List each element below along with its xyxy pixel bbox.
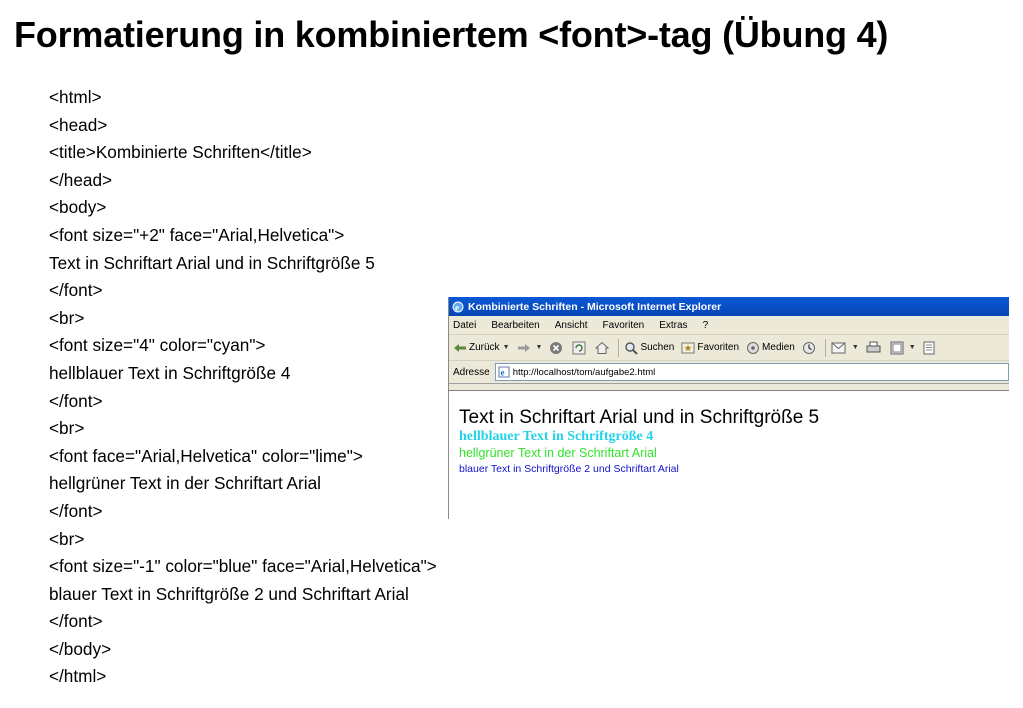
menu-extras[interactable]: Extras: [659, 320, 687, 331]
code-line: </font>: [49, 500, 103, 521]
code-line: <html>: [49, 87, 102, 107]
code-line: <font face="Arial,Helvetica" color="lime…: [49, 445, 363, 466]
code-line: <font size="-1" color="blue" face="Arial…: [49, 556, 437, 577]
slide-title: Formatierung in kombiniertem <font>-tag …: [14, 14, 889, 55]
search-button[interactable]: Suchen: [624, 341, 674, 355]
chevron-down-icon[interactable]: ▼: [852, 344, 859, 351]
favorites-label: Favoriten: [697, 342, 740, 353]
favorites-icon: [681, 342, 695, 353]
forward-button[interactable]: ▼: [517, 343, 543, 353]
content-line-cyan-size4: hellblauer Text in Schriftgröße 4: [459, 429, 654, 444]
toolbar-separator: [824, 338, 826, 357]
search-label: Suchen: [640, 342, 675, 353]
refresh-button[interactable]: [572, 341, 588, 355]
history-icon: [802, 341, 815, 354]
chevron-down-icon[interactable]: ▼: [909, 344, 916, 351]
code-listing: <html> <head> <title>Kombinierte Schrift…: [49, 84, 437, 691]
code-line: <head>: [49, 114, 108, 135]
browser-window: e Kombinierte Schriften - Microsoft Inte…: [448, 297, 1009, 519]
page-content: Text in Schriftart Arial und in Schriftg…: [449, 390, 1009, 519]
menu-datei[interactable]: Datei: [453, 320, 476, 331]
forward-arrow-icon: [517, 343, 530, 352]
code-line: <br>: [49, 418, 85, 439]
home-icon: [595, 341, 610, 354]
svg-text:e: e: [455, 302, 459, 312]
code-line: </body>: [49, 638, 112, 659]
code-line: <br>: [49, 307, 85, 328]
code-line: <font size="4" color="cyan">: [49, 335, 266, 356]
edit-button[interactable]: ▼: [890, 341, 916, 355]
mail-icon: [831, 342, 846, 353]
content-line-lime-arial: hellgrüner Text in der Schriftart Arial: [459, 446, 657, 460]
home-button[interactable]: [595, 341, 611, 355]
browser-window-title: Kombinierte Schriften - Microsoft Intern…: [468, 300, 722, 313]
chevron-down-icon[interactable]: ▼: [536, 344, 543, 351]
code-line: </font>: [49, 611, 103, 632]
content-line-blue-size2: blauer Text in Schriftgröße 2 und Schrif…: [459, 463, 679, 475]
back-button[interactable]: Zurück ▼: [453, 342, 510, 353]
stop-button[interactable]: [549, 341, 565, 355]
code-line: hellgrüner Text in der Schriftart Arial: [49, 473, 321, 494]
code-line: </html>: [49, 666, 107, 687]
code-line: <body>: [49, 197, 107, 218]
menu-favoriten[interactable]: Favoriten: [603, 320, 645, 331]
stop-icon: [550, 341, 563, 354]
content-line-arial-size5: Text in Schriftart Arial und in Schriftg…: [459, 407, 820, 428]
code-line: </head>: [49, 169, 113, 190]
svg-text:e: e: [500, 368, 504, 378]
back-label: Zurück: [469, 342, 500, 353]
toolbar: Zurück ▼ ▼ Suchen Favoriten Medien ▼ ▼: [449, 335, 1009, 361]
toolbar-separator: [618, 338, 620, 357]
ie-app-icon: e: [452, 301, 464, 312]
code-line: <font size="+2" face="Arial,Helvetica">: [49, 224, 345, 245]
menu-ansicht[interactable]: Ansicht: [555, 320, 588, 331]
mail-button[interactable]: ▼: [831, 342, 859, 354]
search-icon: [625, 341, 639, 355]
refresh-icon: [572, 341, 586, 354]
page-icon: [923, 341, 935, 354]
history-button[interactable]: [802, 341, 818, 355]
browser-titlebar[interactable]: e Kombinierte Schriften - Microsoft Inte…: [449, 297, 1009, 316]
code-line: </font>: [49, 390, 103, 411]
code-line: blauer Text in Schriftgröße 2 und Schrif…: [49, 583, 409, 604]
address-url: http://localhost/tom/aufgabe2.html: [512, 366, 656, 378]
address-label: Adresse: [453, 366, 490, 378]
back-arrow-icon: [454, 343, 466, 352]
menu-bar: Datei Bearbeiten Ansicht Favoriten Extra…: [449, 316, 1009, 335]
menu-bearbeiten[interactable]: Bearbeiten: [491, 320, 539, 331]
print-icon: [866, 341, 881, 353]
chevron-down-icon[interactable]: ▼: [503, 344, 510, 351]
edit-icon: [890, 341, 904, 354]
code-line: hellblauer Text in Schriftgröße 4: [49, 362, 291, 383]
code-line: <title>Kombinierte Schriften</title>: [49, 142, 312, 163]
media-icon: [747, 341, 760, 354]
address-bar: Adresse e http://localhost/tom/aufgabe2.…: [449, 361, 1009, 384]
favorites-button[interactable]: Favoriten: [681, 342, 739, 354]
ie-page-icon: e: [498, 366, 510, 378]
code-line: <br>: [49, 528, 85, 549]
menu-help[interactable]: ?: [703, 320, 709, 331]
address-input[interactable]: e http://localhost/tom/aufgabe2.html: [494, 363, 1009, 381]
media-label: Medien: [762, 342, 795, 353]
media-button[interactable]: Medien: [746, 341, 795, 355]
code-line: </font>: [49, 280, 103, 301]
code-line: Text in Schriftart Arial und in Schriftg…: [49, 252, 375, 273]
print-button[interactable]: [866, 341, 883, 354]
discuss-button[interactable]: [923, 341, 937, 355]
